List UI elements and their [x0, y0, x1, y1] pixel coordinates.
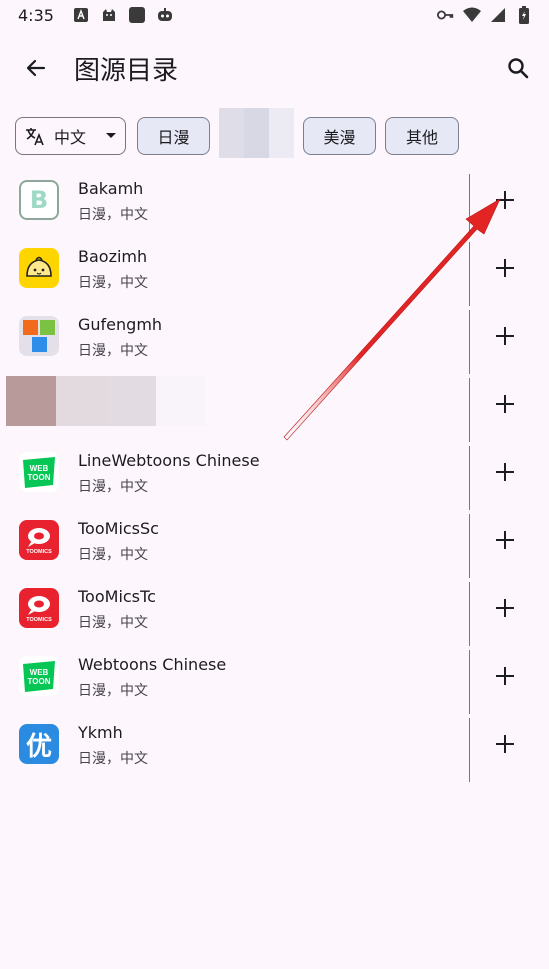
top-app-bar: 图源目录: [0, 36, 549, 100]
add-source-button[interactable]: [485, 588, 525, 628]
plus-icon: [496, 735, 514, 753]
plus-icon: [496, 327, 514, 345]
list-item[interactable]: WEB TOON LineWebtoons Chinese 日漫，中文: [0, 444, 549, 512]
baozimh-logo-icon: [19, 248, 59, 288]
bakamh-logo-letter: B: [29, 186, 49, 214]
source-tags: 日漫，中文: [78, 479, 148, 495]
gufengmh-logo-icon: [19, 316, 59, 356]
list-item[interactable]: TOOMICS TooMicsTc 日漫，中文: [0, 580, 549, 648]
square-app-icon: [128, 6, 146, 24]
toomics-logo-icon: TOOMICS: [19, 520, 59, 560]
row-divider: [469, 650, 470, 714]
filter-chip-meiman[interactable]: 美漫: [303, 117, 376, 155]
plus-icon: [496, 191, 514, 209]
filter-chips-row: 中文 日漫 美漫 其他: [0, 108, 549, 160]
android-icon: [100, 6, 118, 24]
webtoon-logo-text-top: WEB: [30, 464, 49, 473]
plus-icon: [496, 259, 514, 277]
list-item[interactable]: WEB TOON Webtoons Chinese 日漫，中文: [0, 648, 549, 716]
battery-icon: [515, 6, 533, 24]
language-filter-chip[interactable]: 中文: [15, 117, 126, 155]
filter-chip-other[interactable]: 其他: [385, 117, 459, 155]
status-right-icons: [437, 6, 533, 24]
list-item-obscured[interactable]: [0, 376, 549, 444]
source-tags: 日漫，中文: [78, 683, 148, 699]
source-name: Gufengmh: [78, 315, 163, 334]
dropdown-caret-icon: [106, 133, 116, 138]
add-source-button[interactable]: [485, 520, 525, 560]
signal-icon: [489, 6, 507, 24]
list-item[interactable]: B Bakamh 日漫，中文: [0, 172, 549, 240]
status-bar: 4:35: [0, 0, 549, 30]
chip-label: 美漫: [323, 128, 356, 147]
chip-label: 日漫: [157, 128, 190, 147]
plus-icon: [496, 395, 514, 413]
row-divider: [469, 446, 470, 510]
list-item[interactable]: Baozimh 日漫，中文: [0, 240, 549, 308]
webtoon-logo-text-bottom: TOON: [28, 473, 51, 482]
list-item[interactable]: 优 Ykmh 日漫，中文: [0, 716, 549, 784]
webtoon-logo-icon: WEB TOON: [19, 452, 59, 492]
chip-label: 其他: [405, 128, 438, 147]
font-icon: [72, 6, 90, 24]
source-name: Baozimh: [78, 247, 148, 266]
row-divider: [469, 174, 470, 238]
source-tags: 日漫，中文: [78, 751, 148, 767]
plus-icon: [496, 599, 514, 617]
page-title: 图源目录: [74, 56, 179, 86]
source-tags: 日漫，中文: [78, 275, 148, 291]
add-source-button[interactable]: [485, 316, 525, 356]
search-button[interactable]: [496, 46, 540, 90]
source-name: Webtoons Chinese: [78, 655, 227, 674]
row-divider: [469, 718, 470, 782]
row-divider: [469, 378, 470, 442]
add-source-button[interactable]: [485, 248, 525, 288]
source-name: TooMicsTc: [78, 587, 156, 606]
row-divider: [469, 310, 470, 374]
robot-icon: [156, 6, 174, 24]
webtoon-logo-text-top: WEB: [30, 668, 49, 677]
filter-chip-riman[interactable]: 日漫: [137, 117, 210, 155]
source-name: TooMicsSc: [78, 519, 159, 538]
key-icon: [437, 6, 455, 24]
search-icon: [508, 58, 529, 79]
source-tags: 日漫，中文: [78, 207, 148, 223]
wifi-icon: [463, 6, 481, 24]
toomics-logo-icon: TOOMICS: [19, 588, 59, 628]
add-source-button[interactable]: [485, 452, 525, 492]
obscured-content: [6, 376, 206, 426]
row-divider: [469, 514, 470, 578]
add-source-button[interactable]: [485, 180, 525, 220]
source-name: LineWebtoons Chinese: [78, 451, 260, 470]
source-name: Ykmh: [78, 723, 123, 742]
add-source-button[interactable]: [485, 724, 525, 764]
plus-icon: [496, 463, 514, 481]
ykmh-logo-char: 优: [25, 731, 52, 762]
ykmh-logo-icon: 优: [19, 724, 59, 764]
list-item[interactable]: Gufengmh 日漫，中文: [0, 308, 549, 376]
status-left-icons: [72, 6, 174, 24]
plus-icon: [496, 531, 514, 549]
back-button[interactable]: [14, 46, 58, 90]
arrow-back-icon: [26, 59, 46, 77]
source-tags: 日漫，中文: [78, 615, 148, 631]
filter-chip-obscured[interactable]: [219, 108, 294, 158]
webtoon-logo-icon: WEB TOON: [19, 656, 59, 696]
add-source-button[interactable]: [485, 384, 525, 424]
translate-icon: [26, 128, 44, 146]
toomics-logo-text: TOOMICS: [26, 617, 52, 623]
toomics-logo-text: TOOMICS: [26, 549, 52, 555]
row-divider: [469, 242, 470, 306]
language-chip-label: 中文: [54, 128, 87, 147]
status-time: 4:35: [18, 5, 54, 25]
add-source-button[interactable]: [485, 656, 525, 696]
source-tags: 日漫，中文: [78, 343, 148, 359]
webtoon-logo-text-bottom: TOON: [28, 677, 51, 686]
row-divider: [469, 582, 470, 646]
source-name: Bakamh: [78, 179, 144, 198]
list-item[interactable]: TOOMICS TooMicsSc 日漫，中文: [0, 512, 549, 580]
source-tags: 日漫，中文: [78, 547, 148, 563]
plus-icon: [496, 667, 514, 685]
bakamh-logo-icon: B: [19, 180, 59, 220]
